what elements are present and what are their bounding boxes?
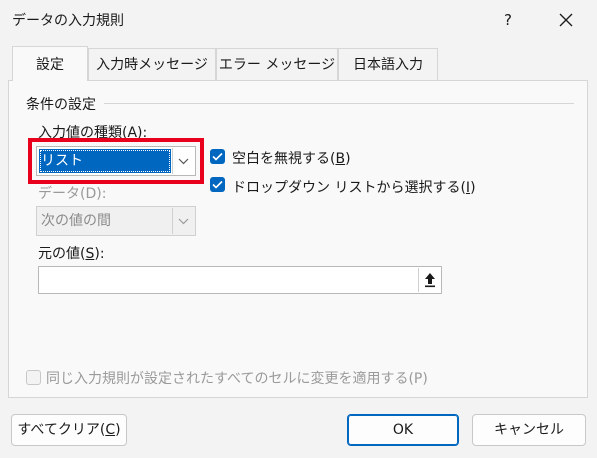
- range-select-arrow-icon: [425, 273, 435, 288]
- allow-dropdown-toggle[interactable]: [172, 148, 194, 174]
- apply-to-all-label: 同じ入力規則が設定されたすべてのセルに変更を適用する(P): [46, 371, 428, 387]
- ignore-blank-checkbox[interactable]: [210, 149, 225, 164]
- clear-all-button[interactable]: すべてクリア(C): [11, 414, 127, 446]
- source-input[interactable]: [38, 266, 442, 294]
- allow-label: 入力値の種類(A):: [38, 125, 148, 141]
- source-label: 元の値(S):: [38, 246, 105, 262]
- tab-input-message[interactable]: 入力時メッセージ: [88, 48, 216, 80]
- close-icon: [559, 13, 573, 27]
- checkmark-icon: [212, 152, 223, 161]
- allow-select[interactable]: リスト: [36, 146, 196, 176]
- tab-settings[interactable]: 設定: [12, 46, 88, 81]
- criteria-group-title: 条件の設定: [26, 97, 96, 113]
- help-button[interactable]: ?: [492, 6, 524, 34]
- chevron-down-icon: [178, 218, 189, 225]
- apply-to-all-checkbox: [26, 370, 41, 385]
- collapse-dialog-button[interactable]: [418, 268, 440, 292]
- chevron-down-icon: [178, 158, 189, 165]
- in-cell-dropdown-label: ドロップダウン リストから選択する(I): [232, 180, 476, 196]
- data-label: データ(D):: [38, 186, 107, 202]
- allow-select-value: リスト: [39, 149, 171, 173]
- data-select-value: 次の値の間: [41, 213, 111, 229]
- ok-button[interactable]: OK: [347, 414, 459, 446]
- data-validation-dialog: データの入力規則 ? 設定 入力時メッセージ エラー メッセージ 日本語入力 条…: [0, 0, 597, 458]
- cancel-button[interactable]: キャンセル: [472, 414, 586, 446]
- close-button[interactable]: [548, 6, 584, 34]
- group-divider: [104, 103, 574, 104]
- data-dropdown-toggle: [172, 208, 194, 234]
- tab-error-alert[interactable]: エラー メッセージ: [216, 48, 338, 80]
- checkmark-icon: [212, 180, 223, 189]
- data-select: 次の値の間: [36, 206, 196, 236]
- tab-ime-mode[interactable]: 日本語入力: [338, 48, 438, 80]
- ignore-blank-label: 空白を無視する(B): [232, 151, 351, 167]
- in-cell-dropdown-checkbox[interactable]: [210, 177, 225, 192]
- dialog-title: データの入力規則: [12, 13, 124, 29]
- title-bar: データの入力規則 ?: [0, 0, 597, 40]
